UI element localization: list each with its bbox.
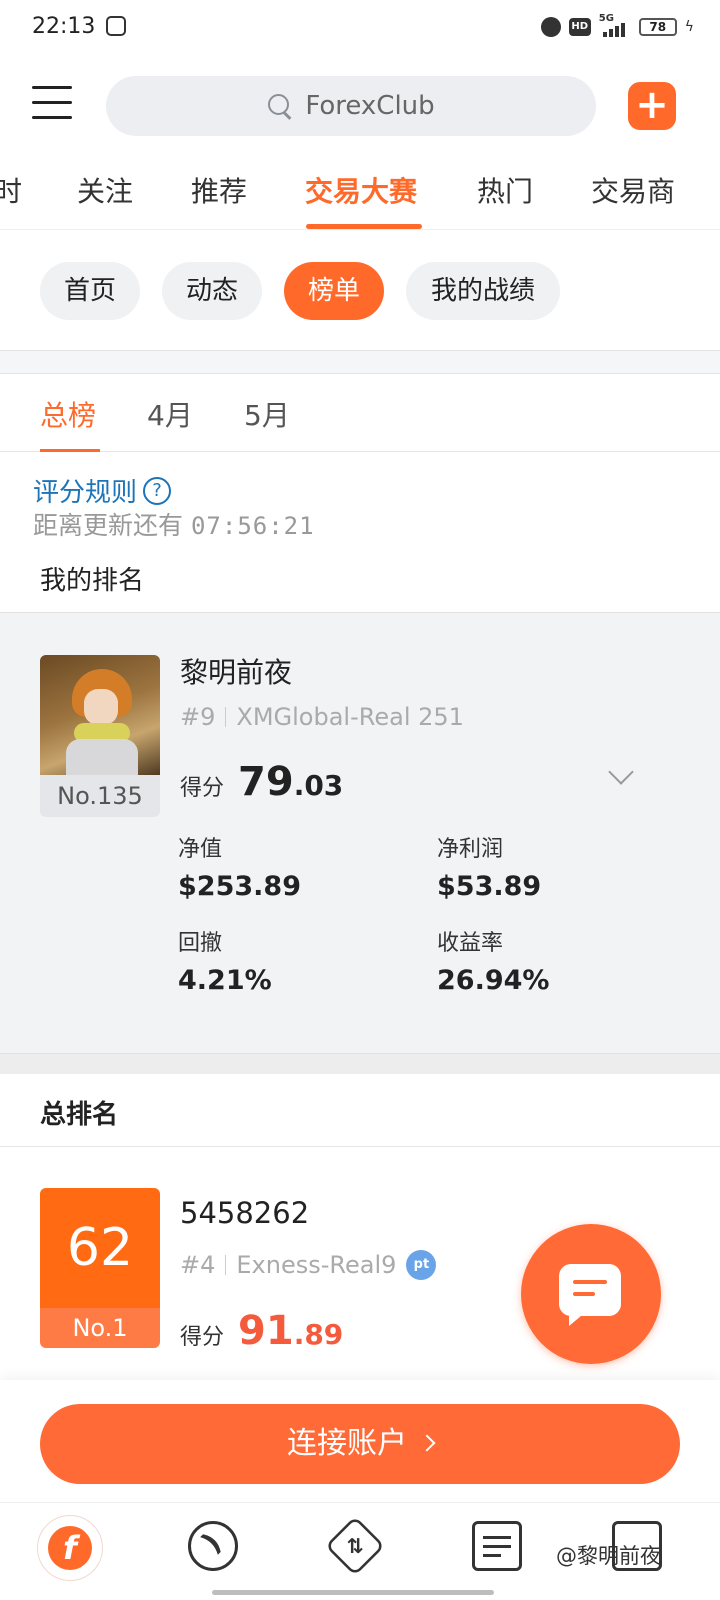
tab-hot[interactable]: 热门: [477, 170, 533, 210]
overall-ranking-title: 总排名: [40, 1100, 119, 1130]
stat-net-profit: 净利润 $53.89: [437, 831, 541, 902]
alarm-icon: [540, 17, 561, 37]
trade-icon[interactable]: [324, 1515, 386, 1577]
chevron-down-icon[interactable]: [608, 759, 634, 785]
tab-may[interactable]: 5月: [244, 394, 290, 434]
stat-equity: 净值 $253.89: [178, 831, 301, 902]
chip-home[interactable]: 首页: [40, 262, 140, 320]
status-indicators: HD 5G 78 ϟ: [540, 13, 694, 38]
score-decimal: .03: [293, 769, 344, 802]
section-divider: [0, 350, 720, 374]
stat-label: 净值: [178, 837, 223, 862]
chevron-right-icon: [418, 1434, 436, 1452]
search-icon: [267, 93, 293, 119]
tab-trading-contest[interactable]: 交易大赛: [305, 170, 417, 210]
chip-my-record[interactable]: 我的战绩: [406, 262, 560, 320]
rank-username[interactable]: 5458262: [180, 1196, 309, 1230]
connect-account-label: 连接账户: [287, 1426, 407, 1461]
connect-account-button[interactable]: 连接账户: [40, 1404, 680, 1484]
stat-value: 4.21%: [178, 965, 272, 996]
status-bar: 22:13 HD 5G 78 ϟ: [0, 0, 720, 58]
score-decimal: .89: [293, 1318, 344, 1351]
period-tabs-divider: [0, 451, 720, 452]
stat-value: $53.89: [437, 871, 542, 902]
chip-leaderboard[interactable]: 榜单: [284, 262, 384, 320]
stat-label: 净利润: [437, 837, 504, 862]
stat-label: 回撤: [178, 931, 223, 956]
avatar: No.135: [40, 655, 160, 817]
update-countdown: 距离更新还有 07:56:21: [33, 506, 315, 542]
charging-icon: ϟ: [684, 19, 694, 35]
active-tab-indicator: [306, 224, 422, 229]
news-icon[interactable]: [472, 1521, 522, 1571]
stat-value: $253.89: [178, 871, 301, 902]
chat-button[interactable]: [521, 1224, 661, 1364]
tab-follow[interactable]: 关注: [77, 170, 133, 210]
signal-icon: 5G: [599, 13, 631, 37]
tab-recommend[interactable]: 推荐: [191, 170, 247, 210]
top-tabs: 时 关注 推荐 交易大赛 热门 交易商: [0, 150, 720, 230]
avatar-image: [40, 655, 160, 775]
help-icon: ?: [143, 476, 172, 505]
tab-april[interactable]: 4月: [147, 394, 193, 434]
battery-level: 78: [638, 18, 677, 36]
chat-icon: [559, 1264, 621, 1326]
plus-icon: +: [635, 82, 669, 128]
score-label: 得分: [180, 776, 225, 801]
tab-brokers[interactable]: 交易商: [591, 170, 675, 210]
scoring-rules-label: 评分规则: [33, 478, 138, 508]
my-rank-card[interactable]: No.135 黎明前夜 #9 XMGlobal-Real 251 得分 79 .…: [0, 612, 720, 1054]
score-label: 得分: [180, 1325, 225, 1350]
chip-feed[interactable]: 动态: [162, 262, 262, 320]
rank-score: 得分 91 .89: [180, 1308, 343, 1354]
watermark: @黎明前夜: [556, 1544, 661, 1568]
tab-truncated[interactable]: 时: [0, 170, 22, 210]
my-rank-title: 我的排名: [40, 566, 145, 596]
home-indicator: [212, 1590, 494, 1595]
score-integer: 91: [238, 1308, 294, 1354]
hd-badge: HD: [568, 18, 591, 36]
notification-icon: [106, 16, 126, 36]
search-placeholder: ForexClub: [305, 91, 435, 121]
search-input[interactable]: ForexClub: [106, 76, 596, 136]
my-position: #9: [180, 703, 216, 731]
meta-separator: [225, 707, 227, 727]
rank-account: Exness-Real9: [236, 1251, 397, 1279]
period-tab-indicator: [40, 449, 100, 452]
pt-badge-icon: pt: [406, 1250, 437, 1280]
my-score: 得分 79 .03: [180, 759, 343, 805]
my-rank-number: No.135: [57, 782, 143, 810]
tab-overall[interactable]: 总榜: [40, 394, 96, 434]
my-username: 黎明前夜: [180, 656, 293, 689]
rank-avatar[interactable]: 62 No.1: [40, 1188, 160, 1348]
meta-separator: [225, 1255, 227, 1275]
score-integer: 79: [238, 759, 294, 805]
stat-value: 26.94%: [437, 965, 550, 996]
add-post-button[interactable]: +: [628, 82, 676, 130]
feed-icon[interactable]: [188, 1521, 238, 1571]
my-account: XMGlobal-Real 251: [236, 703, 464, 731]
status-time: 22:13: [32, 14, 96, 39]
scoring-rules-link[interactable]: 评分规则 ?: [33, 472, 172, 509]
countdown-label: 距离更新还有: [33, 511, 184, 540]
stat-label: 收益率: [437, 931, 504, 956]
rank-account-meta: #4 Exness-Real9 pt: [180, 1250, 437, 1280]
section-gap: [0, 1054, 720, 1074]
stat-return-rate: 收益率 26.94%: [437, 925, 549, 996]
my-account-meta: #9 XMGlobal-Real 251: [180, 703, 464, 731]
home-logo: f: [48, 1526, 92, 1570]
rank-number: No.1: [40, 1308, 160, 1348]
overall-divider: [0, 1146, 720, 1147]
menu-icon[interactable]: [32, 86, 72, 122]
rank-avatar-initials: 62: [40, 1188, 160, 1308]
home-icon[interactable]: f: [37, 1515, 103, 1581]
stat-drawdown: 回撤 4.21%: [178, 925, 272, 996]
rank-position: #4: [180, 1251, 216, 1279]
cta-bar: 连接账户: [0, 1380, 720, 1502]
countdown-time: 07:56:21: [190, 512, 315, 540]
